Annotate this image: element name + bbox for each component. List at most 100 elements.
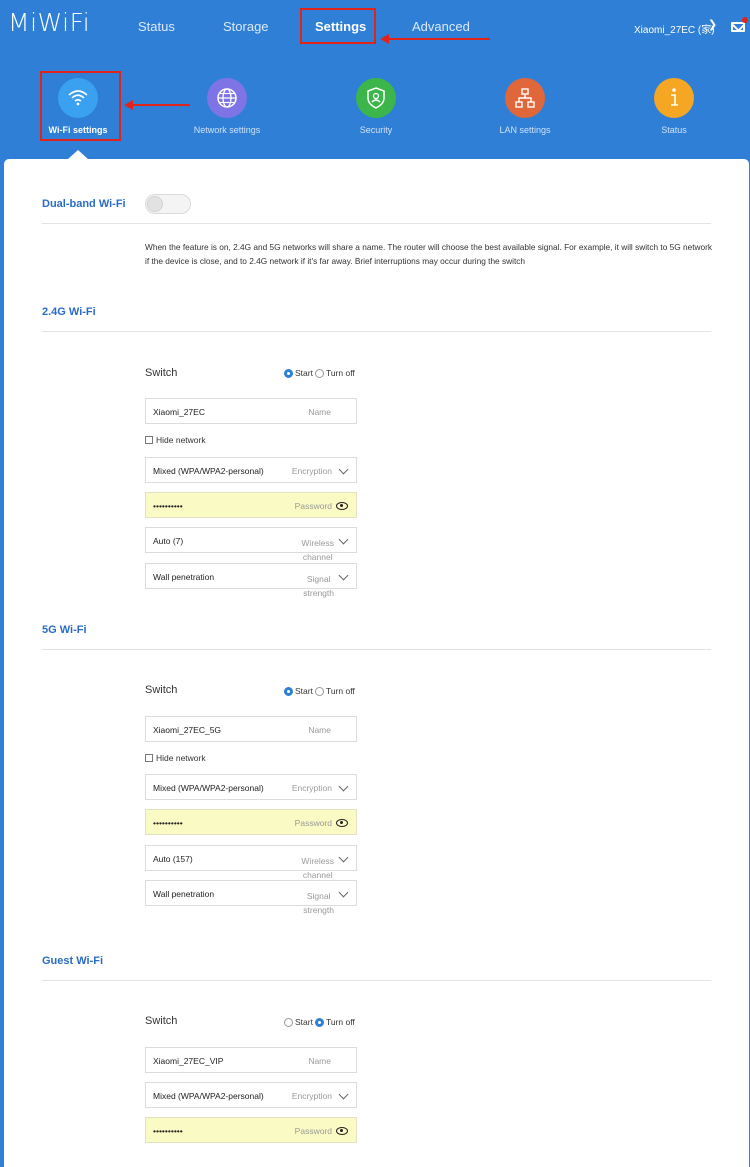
guest-encryption-select[interactable]: Mixed (WPA/WPA2-personal) Encryption xyxy=(145,1082,357,1108)
guest-title: Guest Wi-Fi xyxy=(42,955,104,967)
field-value: Xiaomi_27EC_5G xyxy=(153,725,222,735)
wifi24-channel-select[interactable]: Auto (7) Wireless channel xyxy=(145,527,357,562)
hide-network-checkbox[interactable] xyxy=(145,754,153,762)
field-hint: Name xyxy=(308,1056,331,1066)
wifi24-start-radio[interactable] xyxy=(284,368,293,378)
checkbox-label: Hide network xyxy=(156,435,206,445)
guest-start-radio[interactable] xyxy=(284,1017,293,1027)
wifi24-signal-select[interactable]: Wall penetration Signal strength xyxy=(145,563,357,598)
chevron-down-icon xyxy=(338,534,349,545)
radio-label: Start xyxy=(295,686,313,696)
nav-advanced[interactable]: Advanced xyxy=(412,19,470,34)
settings-highlight-box xyxy=(300,8,376,44)
subnav-label: Security xyxy=(359,125,393,135)
subnav-network-settings[interactable]: Network settings xyxy=(172,78,282,135)
divider xyxy=(42,223,711,224)
field-value: Xiaomi_27EC xyxy=(153,407,205,417)
toggle-knob xyxy=(147,196,163,212)
guest-off-radio[interactable] xyxy=(314,1017,324,1027)
divider xyxy=(42,980,711,981)
field-hint: Signal strength xyxy=(303,891,334,915)
chevron-down-icon xyxy=(338,1089,349,1100)
hide-network-checkbox[interactable] xyxy=(145,436,153,444)
wifi5-switch-radios: Start Turn off xyxy=(284,686,357,696)
field-value: •••••••••• xyxy=(153,501,183,511)
globe-icon xyxy=(207,78,247,118)
lan-icon xyxy=(505,78,545,118)
notification-dot xyxy=(742,17,748,23)
eye-icon[interactable] xyxy=(336,1127,348,1135)
wifi24-switch-label: Switch xyxy=(145,367,178,379)
wifi5-channel-select[interactable]: Auto (157) Wireless channel xyxy=(145,845,357,880)
subnav-label: Status xyxy=(661,125,687,135)
wifi5-off-radio[interactable] xyxy=(314,686,324,696)
field-value: Auto (157) xyxy=(153,854,193,864)
field-hint: Wireless channel xyxy=(301,538,334,562)
chevron-down-icon xyxy=(338,781,349,792)
miwifi-logo[interactable]: MiWiFi xyxy=(8,8,90,37)
chevron-down-icon[interactable]: ❯ xyxy=(708,18,717,31)
wifi24-off-radio[interactable] xyxy=(314,368,324,378)
dual-band-toggle[interactable] xyxy=(145,194,191,214)
field-hint: Encryption xyxy=(291,1091,332,1101)
wifi24-encryption-select[interactable]: Mixed (WPA/WPA2-personal) Encryption xyxy=(145,457,357,483)
nav-status[interactable]: Status xyxy=(138,19,175,34)
dual-band-title: Dual-band Wi-Fi xyxy=(42,198,126,210)
wifi5-encryption-select[interactable]: Mixed (WPA/WPA2-personal) Encryption xyxy=(145,774,357,800)
field-value: Wall penetration xyxy=(153,889,215,899)
subnav-lan-settings[interactable]: LAN settings xyxy=(470,78,580,135)
wifi5-start-radio[interactable] xyxy=(284,686,293,696)
field-hint: Encryption xyxy=(291,783,332,793)
chevron-down-icon xyxy=(338,852,349,863)
guest-name-field[interactable]: Xiaomi_27EC_VIP Name xyxy=(145,1047,357,1073)
radio-label: Turn off xyxy=(325,1017,355,1027)
field-value: Mixed (WPA/WPA2-personal) xyxy=(153,1091,264,1101)
field-hint: Password xyxy=(294,1126,332,1136)
chevron-down-icon xyxy=(338,464,349,475)
wifi5-name-field[interactable]: Xiaomi_27EC_5G Name xyxy=(145,716,357,742)
subnav-label: Network settings xyxy=(193,125,261,135)
field-value: Auto (7) xyxy=(153,536,184,546)
subnav-security[interactable]: Security xyxy=(321,78,431,135)
subnav-status[interactable]: Status xyxy=(619,78,729,135)
radio-label: Start xyxy=(295,368,313,378)
radio-label: Turn off xyxy=(325,686,355,696)
wifi24-hide-network[interactable]: Hide network xyxy=(145,435,206,445)
router-name[interactable]: Xiaomi_27EC (家) xyxy=(634,21,715,36)
guest-password-field[interactable]: •••••••••• Password xyxy=(145,1117,357,1143)
field-hint: Encryption xyxy=(291,466,332,476)
info-icon xyxy=(654,78,694,118)
top-bar: MiWiFi Status Storage Settings Advanced … xyxy=(0,0,750,56)
chevron-down-icon xyxy=(338,887,349,898)
wifi24-password-field[interactable]: •••••••••• Password xyxy=(145,492,357,518)
field-hint: Password xyxy=(294,818,332,828)
divider xyxy=(42,649,711,650)
wifi5-hide-network[interactable]: Hide network xyxy=(145,753,206,763)
eye-icon[interactable] xyxy=(336,502,348,510)
field-hint: Name xyxy=(308,407,331,417)
eye-icon[interactable] xyxy=(336,819,348,827)
nav-storage[interactable]: Storage xyxy=(223,19,269,34)
radio-label: Start xyxy=(295,1017,313,1027)
shield-icon xyxy=(356,78,396,118)
wifi-settings-highlight-box xyxy=(40,71,121,141)
divider xyxy=(42,331,711,332)
guest-switch-label: Switch xyxy=(145,1015,178,1027)
settings-arrow xyxy=(388,38,490,40)
wifi5-title: 5G Wi-Fi xyxy=(42,624,87,636)
field-hint: Name xyxy=(308,725,331,735)
wifi24-title: 2.4G Wi-Fi xyxy=(42,306,96,318)
guest-switch-radios: Start Turn off xyxy=(284,1017,357,1027)
chevron-down-icon xyxy=(338,570,349,581)
wifi24-switch-radios: Start Turn off xyxy=(284,368,357,378)
wifi24-name-field[interactable]: Xiaomi_27EC Name xyxy=(145,398,357,424)
field-hint: Signal strength xyxy=(303,574,334,598)
field-hint: Password xyxy=(294,501,332,511)
wifi5-signal-select[interactable]: Wall penetration Signal strength xyxy=(145,880,357,915)
dual-band-description: When the feature is on, 2.4G and 5G netw… xyxy=(145,242,713,266)
field-value: Xiaomi_27EC_VIP xyxy=(153,1056,224,1066)
radio-label: Turn off xyxy=(325,368,355,378)
field-hint: Wireless channel xyxy=(301,856,334,880)
mail-icon[interactable] xyxy=(731,22,745,32)
wifi5-password-field[interactable]: •••••••••• Password xyxy=(145,809,357,835)
